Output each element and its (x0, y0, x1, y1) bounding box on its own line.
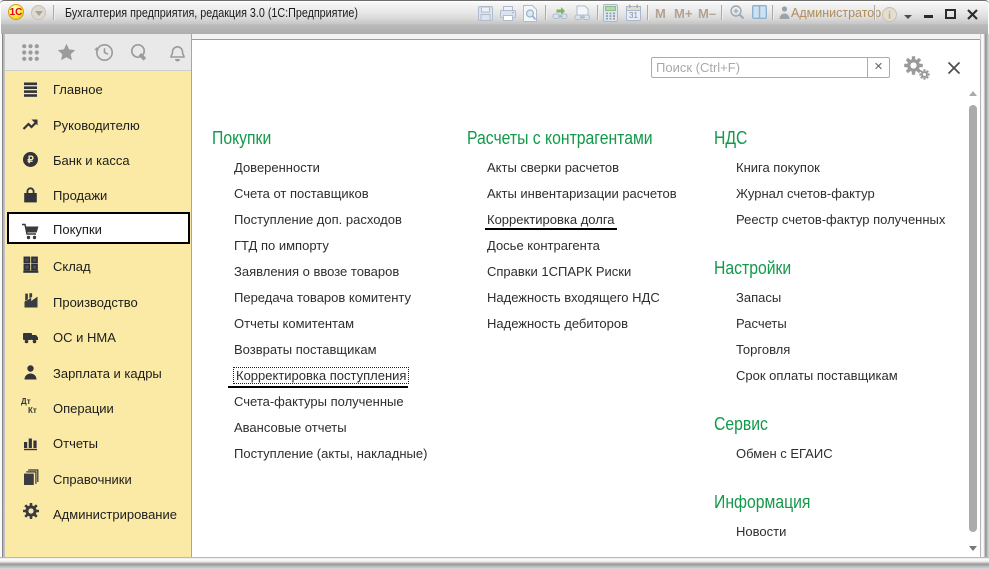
svg-text:₽: ₽ (27, 155, 34, 166)
svg-text:31: 31 (629, 11, 638, 20)
svg-text:i: i (888, 10, 891, 21)
